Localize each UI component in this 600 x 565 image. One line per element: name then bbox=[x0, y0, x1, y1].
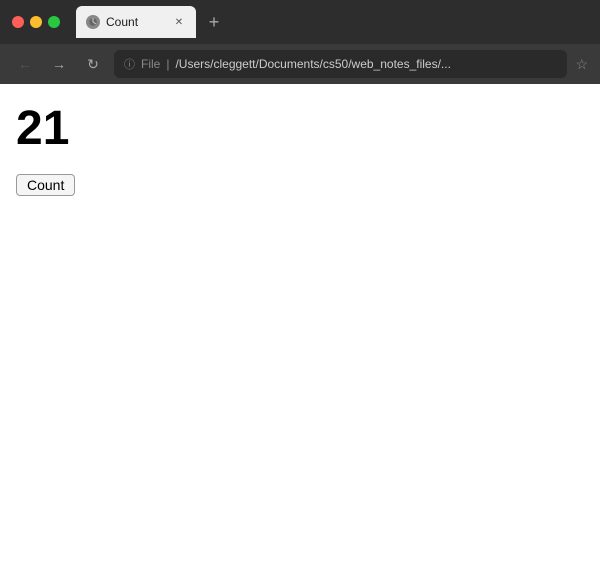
maximize-button[interactable] bbox=[48, 16, 60, 28]
navbar: ← → ↻ ⓘ File | /Users/cleggett/Documents… bbox=[0, 44, 600, 84]
url-text: /Users/cleggett/Documents/cs50/web_notes… bbox=[175, 57, 450, 71]
active-tab[interactable]: Count ✕ bbox=[76, 6, 196, 38]
protocol-label: File bbox=[141, 57, 160, 71]
tab-bar: Count ✕ + bbox=[76, 6, 588, 38]
forward-button[interactable]: → bbox=[46, 51, 72, 77]
tab-close-button[interactable]: ✕ bbox=[172, 15, 186, 29]
titlebar: Count ✕ + bbox=[0, 0, 600, 44]
info-icon: ⓘ bbox=[124, 56, 135, 72]
new-tab-button[interactable]: + bbox=[200, 8, 228, 36]
tab-title: Count bbox=[106, 15, 166, 29]
address-bar[interactable]: ⓘ File | /Users/cleggett/Documents/cs50/… bbox=[114, 50, 567, 78]
minimize-button[interactable] bbox=[30, 16, 42, 28]
address-separator: | bbox=[166, 57, 169, 71]
page-content: 21 Count bbox=[0, 84, 600, 565]
counter-display: 21 bbox=[16, 100, 584, 158]
traffic-lights bbox=[12, 16, 60, 28]
reload-button[interactable]: ↻ bbox=[80, 51, 106, 77]
close-button[interactable] bbox=[12, 16, 24, 28]
tab-favicon bbox=[86, 15, 100, 29]
count-button[interactable]: Count bbox=[16, 174, 75, 196]
bookmark-button[interactable]: ☆ bbox=[575, 56, 588, 73]
back-button[interactable]: ← bbox=[12, 51, 38, 77]
